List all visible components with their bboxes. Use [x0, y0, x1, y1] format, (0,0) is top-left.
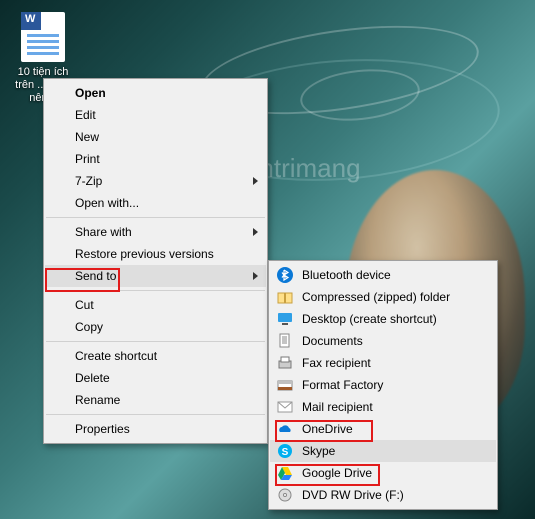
menu-open-with[interactable]: Open with... — [45, 192, 266, 214]
separator — [46, 341, 265, 342]
menu-create-shortcut[interactable]: Create shortcut — [45, 345, 266, 367]
skype-icon: S — [277, 443, 293, 459]
menu-edit[interactable]: Edit — [45, 104, 266, 126]
chevron-right-icon — [253, 228, 258, 236]
menu-restore-versions[interactable]: Restore previous versions — [45, 243, 266, 265]
separator — [46, 290, 265, 291]
menu-send-to[interactable]: Send to — [45, 265, 266, 287]
menu-new[interactable]: New — [45, 126, 266, 148]
fax-icon — [277, 355, 293, 371]
documents-icon — [277, 333, 293, 349]
dvd-drive-icon — [277, 487, 293, 503]
sendto-submenu: Bluetooth device Compressed (zipped) fol… — [268, 260, 498, 510]
chevron-right-icon — [253, 272, 258, 280]
menu-cut[interactable]: Cut — [45, 294, 266, 316]
menu-copy[interactable]: Copy — [45, 316, 266, 338]
sendto-dvd-drive[interactable]: DVD RW Drive (F:) — [270, 484, 496, 506]
separator — [46, 217, 265, 218]
sendto-fax[interactable]: Fax recipient — [270, 352, 496, 374]
bluetooth-icon — [277, 267, 293, 283]
google-drive-icon — [277, 465, 293, 481]
svg-text:S: S — [282, 447, 289, 458]
sendto-desktop[interactable]: Desktop (create shortcut) — [270, 308, 496, 330]
word-doc-icon — [21, 12, 65, 62]
context-menu: Open Edit New Print 7-Zip Open with... S… — [43, 78, 268, 444]
menu-7zip[interactable]: 7-Zip — [45, 170, 266, 192]
onedrive-icon — [277, 421, 293, 437]
zip-folder-icon — [277, 289, 293, 305]
menu-properties[interactable]: Properties — [45, 418, 266, 440]
mail-icon — [277, 399, 293, 415]
sendto-google-drive[interactable]: Google Drive — [270, 462, 496, 484]
menu-share-with[interactable]: Share with — [45, 221, 266, 243]
sendto-onedrive[interactable]: OneDrive — [270, 418, 496, 440]
format-factory-icon — [277, 377, 293, 393]
sendto-format-factory[interactable]: Format Factory — [270, 374, 496, 396]
menu-open[interactable]: Open — [45, 82, 266, 104]
sendto-skype[interactable]: S Skype — [270, 440, 496, 462]
sendto-compressed[interactable]: Compressed (zipped) folder — [270, 286, 496, 308]
sendto-bluetooth[interactable]: Bluetooth device — [270, 264, 496, 286]
menu-delete[interactable]: Delete — [45, 367, 266, 389]
separator — [46, 414, 265, 415]
desktop-icon — [277, 311, 293, 327]
menu-rename[interactable]: Rename — [45, 389, 266, 411]
sendto-mail[interactable]: Mail recipient — [270, 396, 496, 418]
chevron-right-icon — [253, 177, 258, 185]
menu-print[interactable]: Print — [45, 148, 266, 170]
sendto-documents[interactable]: Documents — [270, 330, 496, 352]
